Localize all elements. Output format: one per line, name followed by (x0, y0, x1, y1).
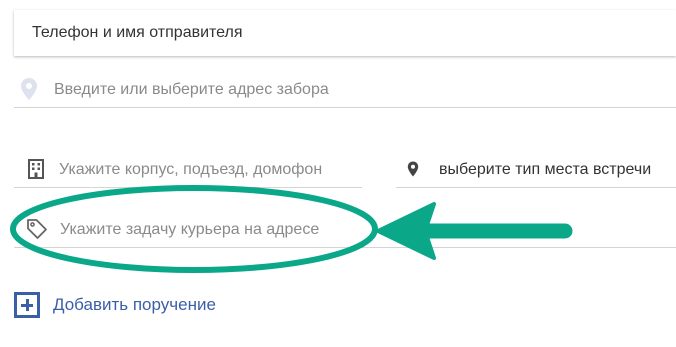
add-assignment-label: Добавить поручение (53, 295, 216, 314)
pickup-address-field[interactable]: Введите или выберите адрес забора (14, 68, 676, 108)
building-entrance-underline (14, 187, 362, 188)
plus-square-icon (14, 292, 40, 318)
order-form: Телефон и имя отправителя Введите или вы… (0, 0, 676, 347)
building-entrance-placeholder: Укажите корпус, подъезд, домофон (59, 161, 323, 178)
pickup-address-placeholder: Введите или выберите адрес забора (54, 81, 329, 98)
sender-phone-name-label: Телефон и имя отправителя (32, 24, 243, 41)
courier-task-underline (14, 247, 676, 248)
tag-icon (26, 218, 48, 245)
courier-task-placeholder: Укажите задачу курьера на адресе (60, 221, 320, 238)
sender-phone-name-field[interactable]: Телефон и имя отправителя (14, 10, 676, 56)
building-icon (27, 159, 45, 184)
pickup-address-underline (14, 107, 676, 108)
add-assignment-button[interactable]: Добавить поручение (14, 290, 216, 320)
meeting-place-select[interactable]: выберите тип места встречи (396, 148, 676, 188)
location-pin-icon (407, 161, 419, 182)
meeting-place-value: выберите тип места встречи (439, 161, 652, 178)
courier-task-field[interactable]: Укажите задачу курьера на адресе (14, 208, 676, 248)
meeting-place-underline (396, 187, 676, 188)
building-entrance-field[interactable]: Укажите корпус, подъезд, домофон (14, 148, 362, 188)
map-pin-icon (20, 77, 38, 106)
